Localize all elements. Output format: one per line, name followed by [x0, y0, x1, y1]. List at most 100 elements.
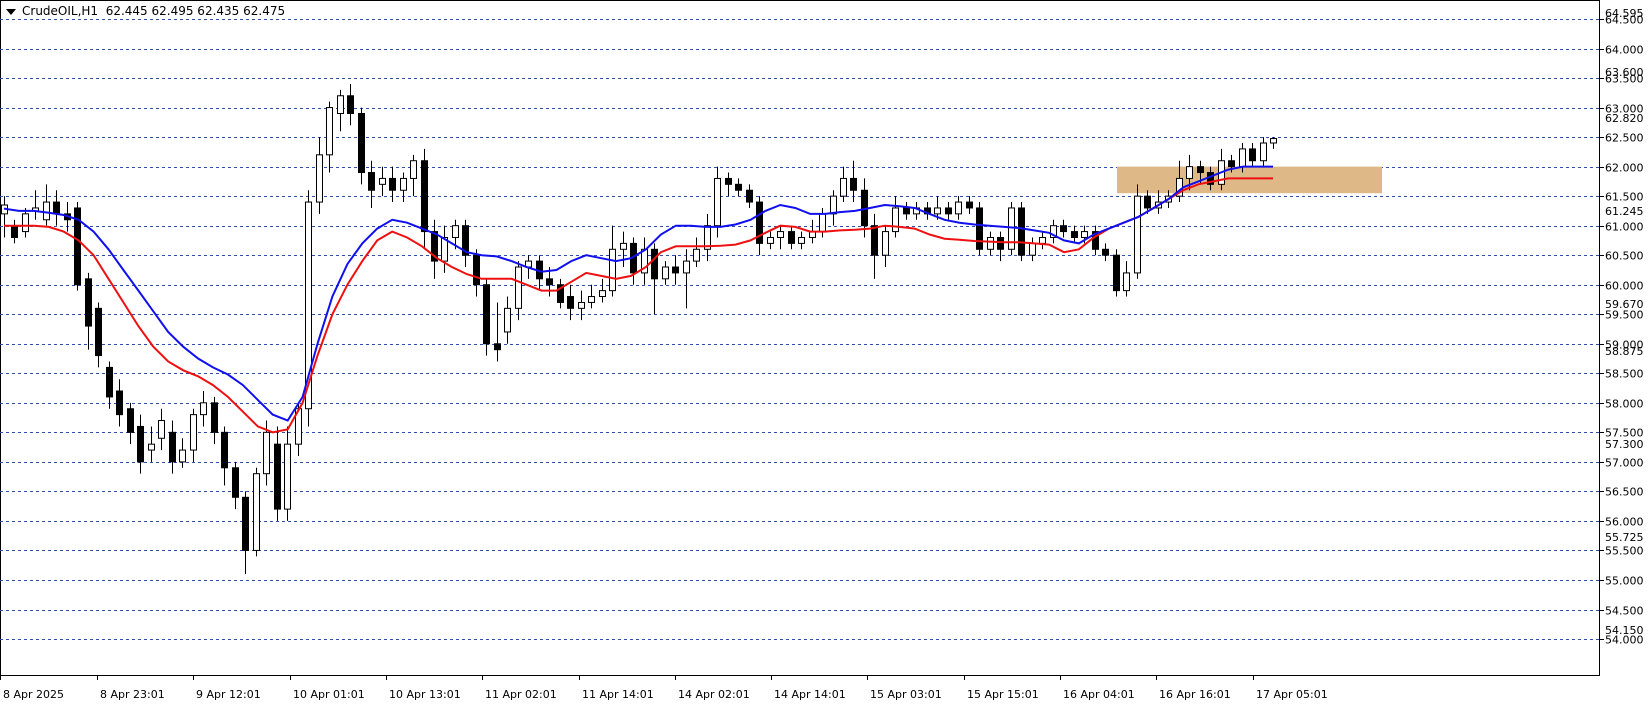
candle-body	[955, 201, 962, 215]
candle-body	[337, 95, 344, 114]
ohlc-readout: 62.445 62.495 62.435 62.475	[105, 4, 286, 18]
candle-body	[1239, 148, 1246, 168]
candle-body	[567, 296, 574, 309]
chevron-down-icon[interactable]	[6, 8, 16, 15]
candle-body	[43, 201, 50, 221]
candle-body	[242, 496, 249, 551]
time-tick-label: 8 Apr 23:01	[100, 688, 165, 701]
candle-body	[284, 443, 291, 510]
candle-body	[158, 420, 165, 439]
plot-area-frame	[0, 0, 1600, 676]
candle-body	[200, 402, 207, 416]
candle-body	[1029, 242, 1036, 256]
price-tick-label: 60.000	[1605, 280, 1644, 293]
candle-body	[85, 278, 92, 327]
candle-body	[326, 107, 333, 156]
candle-body	[211, 402, 218, 433]
candle-body	[368, 172, 375, 191]
candle-body	[1270, 138, 1277, 144]
time-tick-label: 9 Apr 12:01	[196, 688, 261, 701]
candle-body	[588, 296, 595, 303]
candle-body	[714, 177, 721, 227]
candle-body	[903, 207, 910, 215]
candle-body	[1113, 254, 1120, 292]
price-tick-label: 58.500	[1605, 368, 1644, 381]
candle-body	[379, 177, 386, 185]
candle-body	[263, 431, 270, 475]
time-tick-label: 11 Apr 14:01	[582, 688, 654, 701]
price-minor-label: 64.595	[1605, 7, 1644, 20]
candle-body	[1144, 195, 1151, 209]
price-minor-label: 55.725	[1605, 531, 1644, 544]
candle-body	[746, 189, 753, 203]
candle-body	[358, 112, 365, 174]
price-tick-label: 61.500	[1605, 191, 1644, 204]
candle-body	[788, 231, 795, 244]
price-tick-label: 62.000	[1605, 162, 1644, 175]
candle-body	[22, 213, 29, 233]
candle-body	[116, 390, 123, 416]
candle-body	[11, 225, 18, 238]
candle-body	[179, 449, 186, 463]
price-tick-label: 61.000	[1605, 221, 1644, 234]
chart-header: CrudeOIL,H1 62.445 62.495 62.435 62.475	[6, 4, 285, 18]
price-tick-label: 60.500	[1605, 250, 1644, 263]
time-tick-label: 15 Apr 03:01	[870, 688, 942, 701]
supply-zone-box	[1117, 166, 1382, 194]
candle-body	[504, 307, 511, 333]
candle-body	[578, 301, 585, 309]
candle-body	[1260, 142, 1267, 162]
candle-body	[620, 242, 627, 250]
time-tick-label: 10 Apr 13:01	[389, 688, 461, 701]
candle-body	[274, 443, 281, 510]
candle-body	[693, 248, 700, 262]
candle-body	[725, 177, 732, 185]
candle-body	[609, 248, 616, 292]
chart-root: 64.500 64.000 63.500 63.000 62.500 62.000 61.5…	[0, 0, 1651, 707]
candle-body	[190, 414, 197, 451]
candle-body	[316, 154, 323, 203]
candle-body	[798, 236, 805, 244]
price-minor-label: 57.300	[1605, 438, 1644, 451]
price-minor-label: 59.670	[1605, 298, 1644, 311]
candle-body	[1071, 231, 1078, 238]
price-minor-label: 62.820	[1605, 112, 1644, 125]
price-axis: 64.50064.00063.50063.00062.50062.00061.5…	[1600, 7, 1644, 647]
candle-body	[966, 201, 973, 209]
time-tick-label: 15 Apr 15:01	[967, 688, 1039, 701]
price-minor-label: 63.600	[1605, 66, 1644, 79]
candle-body	[819, 213, 826, 233]
price-tick-label: 55.000	[1605, 575, 1644, 588]
candle-body	[421, 160, 428, 233]
candle-body	[777, 231, 784, 238]
candle-body	[221, 431, 228, 469]
candle-body	[1197, 166, 1204, 174]
candle-body	[934, 207, 941, 215]
candle-body	[546, 278, 553, 286]
price-minor-label: 61.245	[1605, 205, 1644, 218]
candle-body	[662, 266, 669, 280]
time-axis: 8 Apr 2025 8 Apr 23:01 9 Apr 12:01 10 Apr 0…	[0, 675, 1328, 701]
candle-body	[400, 177, 407, 191]
candle-body	[1018, 207, 1025, 256]
candle-body	[767, 236, 774, 244]
candle-body	[683, 260, 690, 274]
candle-body	[945, 207, 952, 215]
candle-body	[410, 160, 417, 179]
candle-body	[483, 284, 490, 345]
candle-body	[976, 207, 983, 250]
symbol-label: CrudeOIL,H1	[22, 4, 99, 18]
time-tick-label: 14 Apr 02:01	[678, 688, 750, 701]
candle-body	[735, 183, 742, 191]
time-tick-label: 14 Apr 14:01	[774, 688, 846, 701]
candle-body	[882, 231, 889, 256]
candle-body	[389, 177, 396, 191]
price-tick-label: 54.500	[1605, 605, 1644, 618]
candle-body	[997, 236, 1004, 250]
time-tick-label: 8 Apr 2025	[3, 688, 64, 701]
price-chart[interactable]: 64.50064.00063.50063.00062.50062.00061.5…	[0, 0, 1651, 707]
candle-body	[1228, 160, 1235, 168]
candle-body	[95, 307, 102, 357]
supply-zone	[1117, 166, 1382, 194]
time-tick-label: 17 Apr 05:01	[1256, 688, 1328, 701]
